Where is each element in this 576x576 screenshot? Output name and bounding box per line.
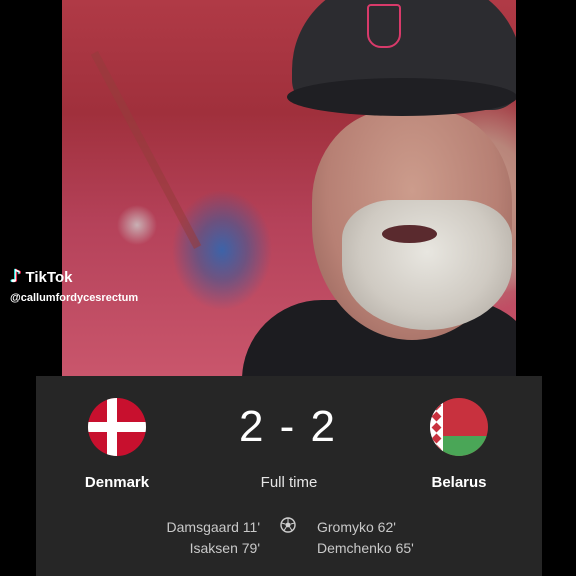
home-scorers: Damsgaard 11' Isaksen 79' <box>96 517 260 559</box>
belarus-flag-icon <box>430 398 488 456</box>
cap-brim <box>287 78 516 116</box>
tiktok-note-icon: ♪ <box>10 266 22 287</box>
home-scorer: Isaksen 79' <box>189 540 260 556</box>
denmark-flag-icon <box>88 398 146 456</box>
background-pole <box>90 50 202 250</box>
tiktok-brand: ♪ TikTok <box>10 268 138 286</box>
soccer-ball-icon <box>280 517 296 533</box>
cap-crest-logo <box>367 4 401 48</box>
home-scorer: Damsgaard 11' <box>166 519 260 535</box>
match-score-card[interactable]: Denmark 2 - 2 Full time Belarus Damsgaar… <box>36 376 542 576</box>
tiktok-brand-label: TikTok <box>25 268 73 286</box>
video-frame <box>62 0 516 376</box>
away-scorer: Demchenko 65' <box>317 540 414 556</box>
away-scorers: Gromyko 62' Demchenko 65' <box>317 517 497 559</box>
tiktok-handle: @callumfordycesrectum <box>10 292 139 304</box>
match-status: Full time <box>260 474 318 491</box>
home-team-name: Denmark <box>84 474 150 491</box>
away-scorer: Gromyko 62' <box>317 519 396 535</box>
mouth <box>382 225 437 243</box>
beard <box>342 200 512 330</box>
match-score: 2 - 2 <box>238 402 338 451</box>
tiktok-watermark: ♪ TikTok @callumfordycesrectum <box>10 268 139 305</box>
away-team-name: Belarus <box>431 474 487 491</box>
